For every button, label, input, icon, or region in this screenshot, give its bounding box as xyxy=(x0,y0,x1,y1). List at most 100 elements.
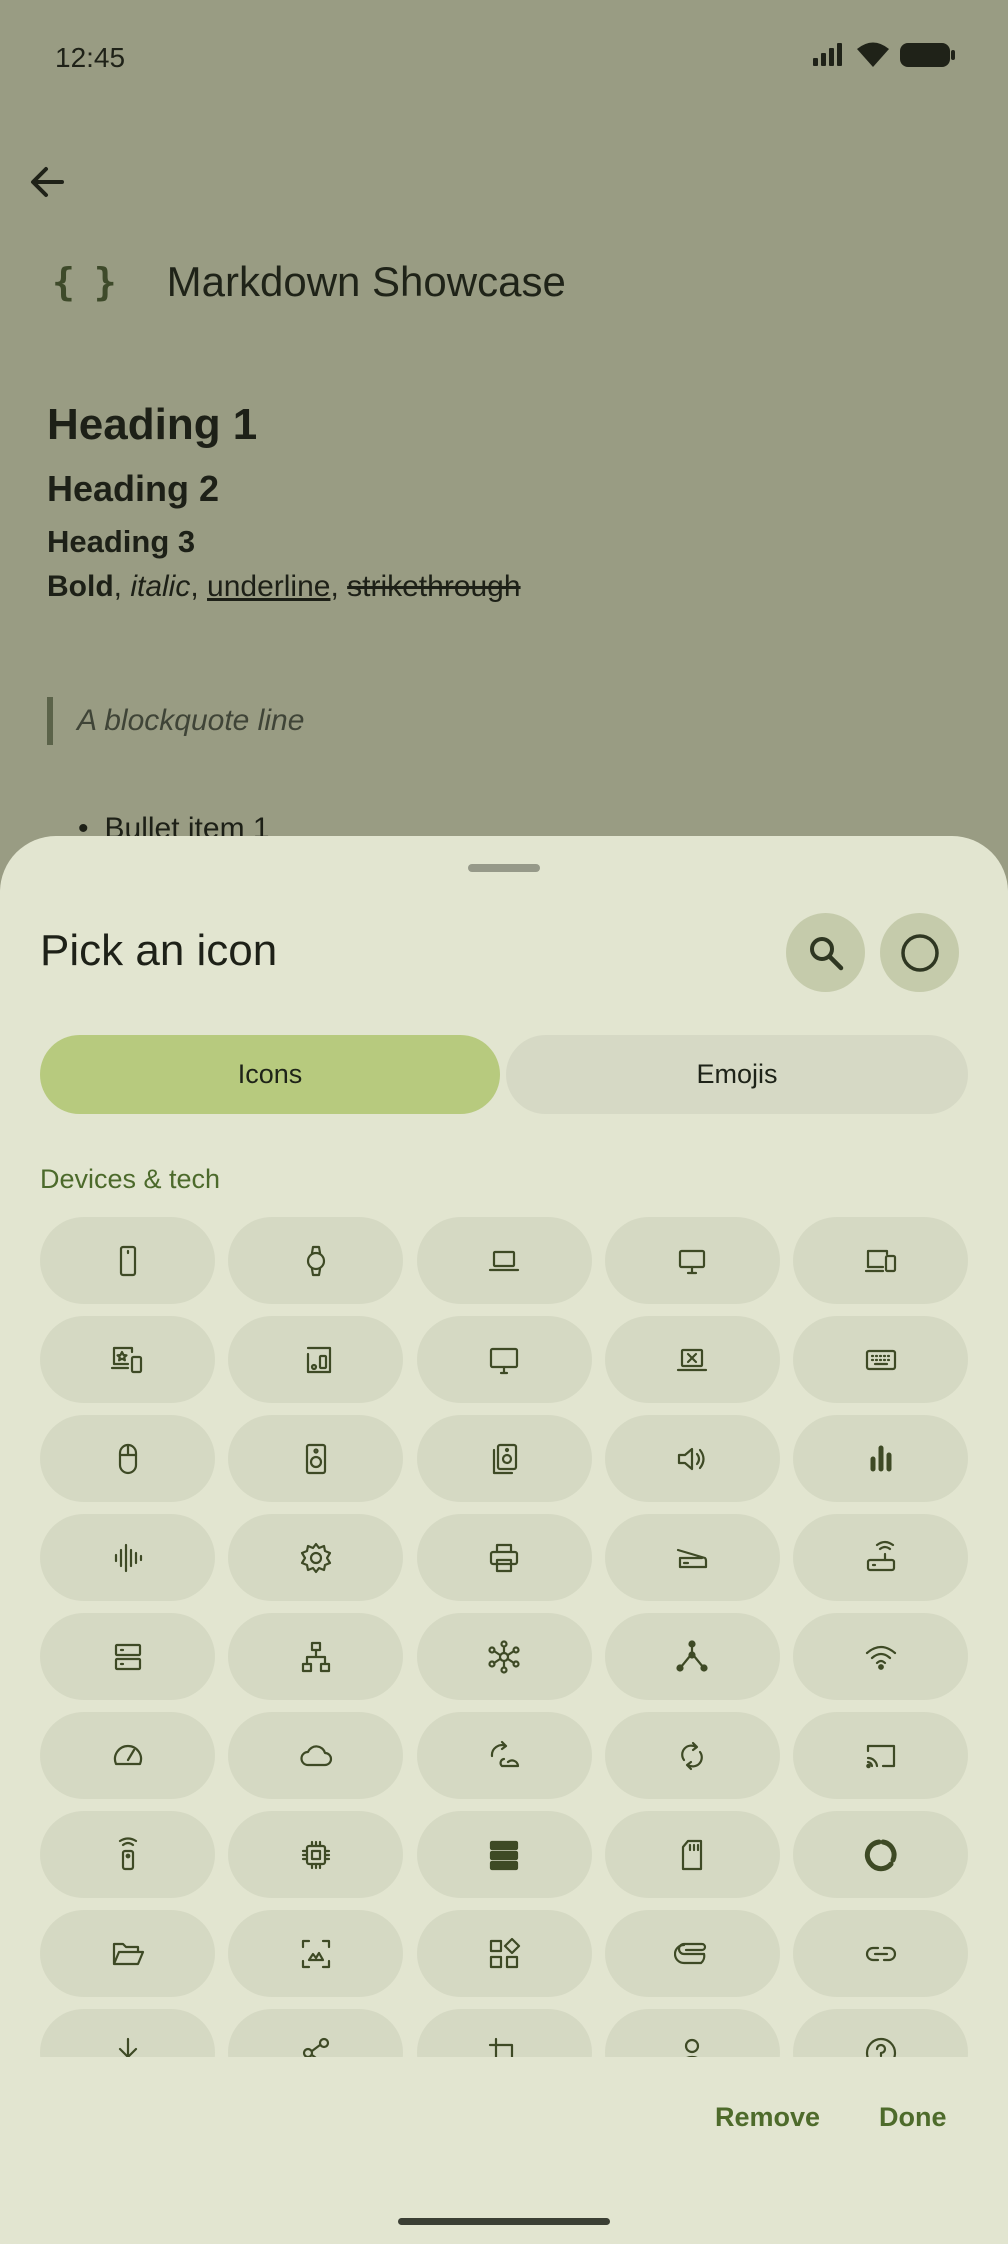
equalizer-icon xyxy=(870,1445,892,1471)
attach-file-icon xyxy=(674,1942,707,1964)
search-icon xyxy=(809,936,843,970)
icon-option-folder-open[interactable] xyxy=(40,1910,215,1997)
icon-option-tv[interactable] xyxy=(416,1316,592,1403)
icon-option-cloud[interactable] xyxy=(228,1712,404,1799)
icon-option-devices[interactable] xyxy=(793,1217,968,1304)
lan-icon xyxy=(301,1641,330,1672)
page-header: { } Markdown Showcase xyxy=(52,258,566,306)
icon-option-link[interactable] xyxy=(793,1910,968,1997)
icon-picker-sheet: Pick an icon Icons Emojis Devices & tech… xyxy=(0,836,1008,2244)
icon-option-smartphone[interactable] xyxy=(40,1217,215,1304)
speaker-icon xyxy=(305,1443,326,1474)
smartphone-icon xyxy=(119,1245,136,1276)
icon-option-cast[interactable] xyxy=(793,1712,968,1799)
strikethrough-text: strikethrough xyxy=(347,570,521,603)
icon-option-data-usage[interactable] xyxy=(793,1811,968,1898)
icon-option-speaker[interactable] xyxy=(228,1415,404,1502)
no-icon-button[interactable] xyxy=(880,913,959,992)
icon-option-desktop[interactable] xyxy=(604,1217,780,1304)
sync-icon xyxy=(681,1741,704,1770)
icon-option-remote[interactable] xyxy=(40,1811,215,1898)
router-icon xyxy=(866,1540,895,1571)
remote-icon xyxy=(118,1836,137,1870)
icon-option-watch[interactable] xyxy=(228,1217,404,1304)
icon-option-router[interactable] xyxy=(793,1514,968,1601)
icon-option-laptop-cancel[interactable] xyxy=(604,1316,780,1403)
icon-option-attach-file[interactable] xyxy=(604,1910,780,1997)
done-button[interactable]: Done xyxy=(879,2102,947,2133)
icon-option-devices-star[interactable] xyxy=(40,1316,215,1403)
icon-option-help[interactable] xyxy=(793,2009,968,2057)
volume-icon xyxy=(678,1447,705,1470)
storage-icon xyxy=(114,1643,141,1670)
battery-icon xyxy=(900,43,955,67)
icon-option-storage[interactable] xyxy=(40,1613,215,1700)
icon-option-hub[interactable] xyxy=(416,1613,592,1700)
inline-styles-line: Bold, italic, underline, strikethrough xyxy=(47,570,521,603)
icon-option-memory[interactable] xyxy=(228,1811,404,1898)
icon-option-keyboard[interactable] xyxy=(793,1316,968,1403)
speaker-multi-icon xyxy=(492,1443,518,1474)
icon-option-equalizer[interactable] xyxy=(793,1415,968,1502)
scanner-icon xyxy=(677,1548,708,1568)
icon-option-person[interactable] xyxy=(604,2009,780,2057)
remove-button[interactable]: Remove xyxy=(715,2102,820,2133)
icon-option-graphic-eq[interactable] xyxy=(40,1514,215,1601)
heading-2: Heading 2 xyxy=(47,468,220,509)
laptop-icon xyxy=(488,1250,520,1271)
italic-text: italic xyxy=(130,570,191,603)
icon-option-lan[interactable] xyxy=(228,1613,404,1700)
icon-option-laptop[interactable] xyxy=(416,1217,592,1304)
icon-option-volume[interactable] xyxy=(604,1415,780,1502)
cloud-sync-icon xyxy=(490,1740,520,1767)
desktop-icon xyxy=(679,1249,706,1274)
icon-option-speaker-group[interactable] xyxy=(228,1316,404,1403)
icon-option-device-hub[interactable] xyxy=(604,1613,780,1700)
underline-text: underline xyxy=(207,570,331,603)
icon-option-settings[interactable] xyxy=(228,1514,404,1601)
sheet-title: Pick an icon xyxy=(40,926,278,975)
icon-option-dns[interactable] xyxy=(416,1811,592,1898)
link-icon xyxy=(865,1946,896,1961)
icon-option-cloud-sync[interactable] xyxy=(416,1712,592,1799)
devices-star-icon xyxy=(110,1346,142,1373)
device-hub-icon xyxy=(676,1639,708,1672)
status-time: 12:45 xyxy=(55,42,126,73)
wifi-icon xyxy=(857,42,889,67)
tab-emojis[interactable]: Emojis xyxy=(506,1035,968,1114)
print-icon xyxy=(489,1543,519,1572)
drag-handle[interactable] xyxy=(468,864,540,872)
search-button[interactable] xyxy=(786,913,865,992)
icon-option-wifi[interactable] xyxy=(793,1613,968,1700)
laptop-cancel-icon xyxy=(677,1348,708,1371)
devices-icon xyxy=(864,1249,896,1272)
hub-icon xyxy=(488,1639,520,1674)
download-icon xyxy=(118,2037,137,2057)
dns-icon xyxy=(489,1840,519,1870)
heading-1: Heading 1 xyxy=(47,400,258,449)
icon-option-speed[interactable] xyxy=(40,1712,215,1799)
icon-option-crop[interactable] xyxy=(416,2009,592,2057)
icon-option-widgets[interactable] xyxy=(416,1910,592,1997)
icon-option-speaker-multi[interactable] xyxy=(416,1415,592,1502)
signal-icon xyxy=(813,43,842,66)
icon-option-share[interactable] xyxy=(228,2009,404,2057)
icon-option-screenshot[interactable] xyxy=(228,1910,404,1997)
icon-option-print[interactable] xyxy=(416,1514,592,1601)
icon-option-mouse[interactable] xyxy=(40,1415,215,1502)
tab-icons[interactable]: Icons xyxy=(40,1035,500,1114)
wifi-icon xyxy=(865,1645,896,1670)
keyboard-icon xyxy=(865,1349,896,1370)
status-bar: 12:45 xyxy=(0,0,1008,118)
person-icon xyxy=(685,2038,700,2057)
watch-icon xyxy=(306,1245,325,1276)
icon-option-scanner[interactable] xyxy=(604,1514,780,1601)
back-arrow-icon[interactable] xyxy=(26,160,70,204)
icon-option-sync[interactable] xyxy=(604,1712,780,1799)
graphic-eq-icon xyxy=(114,1543,142,1572)
home-indicator[interactable] xyxy=(398,2218,610,2225)
icon-option-download[interactable] xyxy=(40,2009,215,2057)
icon-option-sd-card[interactable] xyxy=(604,1811,780,1898)
data-usage-icon xyxy=(864,1839,897,1871)
heading-3: Heading 3 xyxy=(47,524,196,559)
